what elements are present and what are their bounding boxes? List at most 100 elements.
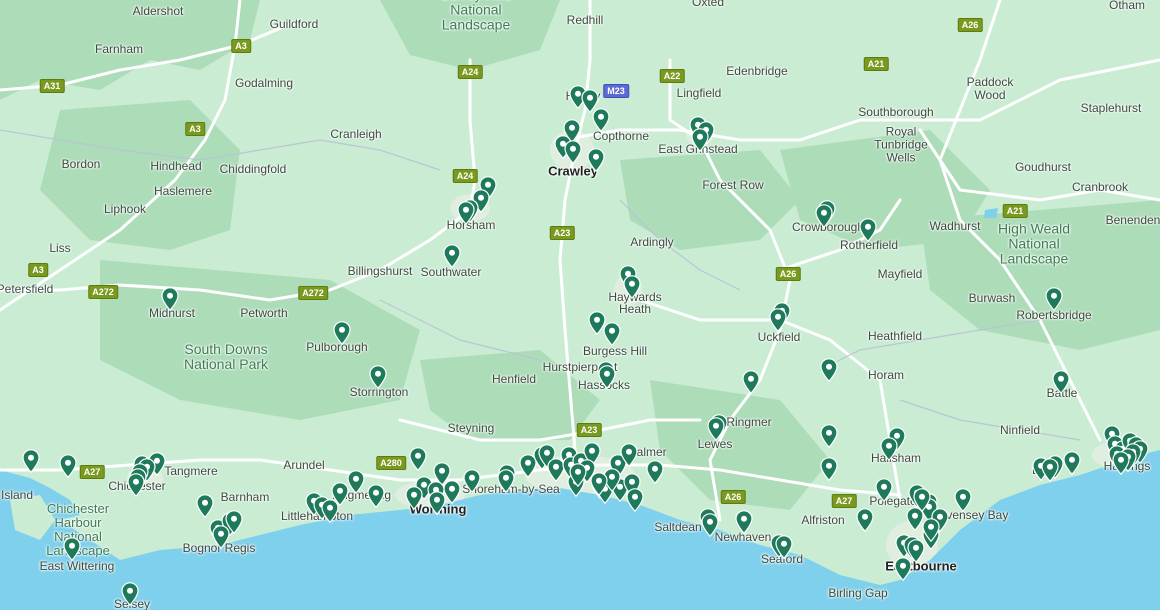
location-pin-icon[interactable] [1063,451,1081,475]
location-pin-icon[interactable] [443,480,461,504]
place-label: Liphook [103,202,147,216]
place-label: Edenbridge [726,64,788,78]
place-label: Island [0,488,34,502]
place-label: Petersfield [0,282,54,296]
place-label: Forest Row [702,178,764,192]
park-label-high-weald: High Weald National Landscape [997,220,1071,267]
place-label: Barnham [220,490,270,504]
location-pin-icon[interactable] [820,457,838,481]
location-pin-icon[interactable] [769,308,787,332]
location-pin-icon[interactable] [875,478,893,502]
location-pin-icon[interactable] [1112,451,1130,475]
location-pin-icon[interactable] [598,365,616,389]
map-canvas[interactable]: Surrey Hills National Landscape South Do… [0,0,1160,610]
road-shield: M23 [603,84,629,98]
location-pin-icon[interactable] [701,513,719,537]
place-label: Uckfield [757,330,801,344]
location-pin-icon[interactable] [815,204,833,228]
location-pin-icon[interactable] [623,275,641,299]
place-label: Royal Tunbridge Wells [874,124,928,165]
place-label: Hindhead [150,159,202,173]
location-pin-icon[interactable] [63,537,81,561]
road-shield: A26 [957,18,983,32]
road-shield: A3 [231,39,251,53]
place-label: Ringmer [726,415,772,429]
location-pin-icon[interactable] [954,488,972,512]
place-label: Paddock Wood [966,75,1014,102]
place-label: Alfriston [801,513,845,527]
road-shield: A26 [720,490,746,504]
place-label: Burwash [968,291,1016,305]
location-pin-icon[interactable] [1045,287,1063,311]
location-pin-icon[interactable] [161,287,179,311]
location-pin-icon[interactable] [457,201,475,225]
location-pin-icon[interactable] [59,454,77,478]
location-pin-icon[interactable] [497,469,515,493]
location-pin-icon[interactable] [196,494,214,518]
location-pin-icon[interactable] [880,437,898,461]
location-pin-icon[interactable] [913,488,931,512]
place-label: Mayfield [877,267,923,281]
location-pin-icon[interactable] [735,510,753,534]
location-pin-icon[interactable] [603,322,621,346]
location-pin-icon[interactable] [443,244,461,268]
location-pin-icon[interactable] [121,582,139,606]
location-pin-icon[interactable] [564,140,582,164]
place-label: Bordon [61,157,101,171]
place-label: Steyning [447,421,495,435]
place-label: Southborough [858,105,934,119]
location-pin-icon[interactable] [590,472,608,496]
location-pin-icon[interactable] [333,321,351,345]
place-label: Petworth [240,306,288,320]
place-label: Horam [867,368,905,382]
location-pin-icon[interactable] [820,424,838,448]
location-pin-icon[interactable] [463,469,481,493]
place-label: Godalming [234,76,294,90]
road-shield: A24 [452,169,478,183]
place-label: Birling Gap [828,586,888,600]
location-pin-icon[interactable] [1052,370,1070,394]
location-pin-icon[interactable] [859,218,877,242]
location-pin-icon[interactable] [691,128,709,152]
place-label: Haslemere [153,184,213,198]
location-pin-icon[interactable] [405,486,423,510]
location-pin-icon[interactable] [775,535,793,559]
location-pin-icon[interactable] [409,447,427,471]
place-label: Benenden [1105,213,1160,227]
road-shield: A27 [79,465,105,479]
park-label-south-downs: South Downs National Park [183,341,269,372]
place-label: Goudhurst [1014,160,1072,174]
location-pin-icon[interactable] [856,508,874,532]
road-shield: A23 [576,423,602,437]
location-pin-icon[interactable] [367,484,385,508]
location-pin-icon[interactable] [212,525,230,549]
road-shield: A272 [298,286,328,300]
location-pin-icon[interactable] [347,470,365,494]
location-pin-icon[interactable] [127,473,145,497]
location-pin-icon[interactable] [369,365,387,389]
road-shield: A24 [457,65,483,79]
location-pin-icon[interactable] [587,148,605,172]
place-label: Aldershot [132,4,184,18]
park-label-surrey-hills: Surrey Hills National Landscape [440,0,512,33]
location-pin-icon[interactable] [620,443,638,467]
road-shield: A26 [775,267,801,281]
location-pin-icon[interactable] [1041,458,1059,482]
location-pin-icon[interactable] [22,449,40,473]
place-label: Guildford [269,17,319,31]
location-pin-icon[interactable] [922,518,940,542]
location-pin-icon[interactable] [894,557,912,581]
place-label: Henfield [491,372,537,386]
location-pin-icon[interactable] [742,370,760,394]
location-pin-icon[interactable] [569,463,587,487]
location-pin-icon[interactable] [646,460,664,484]
place-label: Ninfield [999,423,1041,437]
location-pin-icon[interactable] [592,108,610,132]
location-pin-icon[interactable] [626,488,644,512]
location-pin-icon[interactable] [820,358,838,382]
place-label: Billingshurst [347,264,413,278]
road-shield: A3 [28,263,48,277]
location-pin-icon[interactable] [707,417,725,441]
place-label: Saltdean [654,520,702,534]
place-label: Chiddingfold [219,162,287,176]
